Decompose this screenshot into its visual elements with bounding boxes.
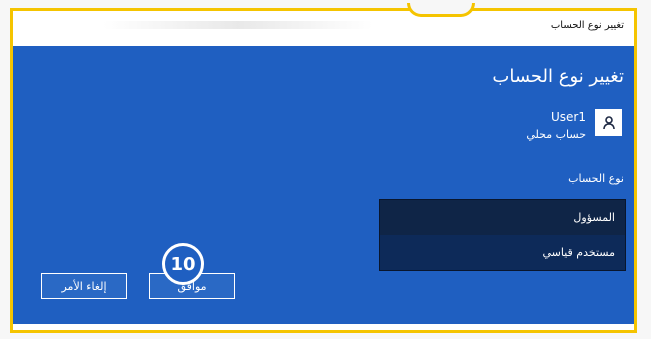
top-tab-decoration xyxy=(407,3,475,17)
account-type-standard-label: مستخدم قياسي xyxy=(542,246,615,259)
page-title: تغيير نوع الحساب xyxy=(492,66,624,87)
title-bar: تغيير نوع الحساب xyxy=(13,11,634,46)
account-type-option-standard[interactable]: مستخدم قياسي xyxy=(380,235,625,270)
user-avatar-icon xyxy=(595,109,622,136)
account-type-label: نوع الحساب xyxy=(568,172,624,185)
cancel-button[interactable]: إلغاء الأمر xyxy=(41,273,127,299)
account-type-dialog: تغيير نوع الحساب User1 حساب محلي نوع الح… xyxy=(13,46,634,324)
account-type-option-admin[interactable]: المسؤول xyxy=(380,200,625,235)
account-type-options: المسؤول مستخدم قياسي xyxy=(379,199,626,271)
account-kind: حساب محلي xyxy=(526,128,586,141)
step-number: 10 xyxy=(170,253,196,275)
blurred-title-decoration xyxy=(103,21,373,29)
account-type-admin-label: المسؤول xyxy=(573,211,615,224)
step-number-badge: 10 xyxy=(162,243,204,285)
window-frame: تغيير نوع الحساب تغيير نوع الحساب User1 … xyxy=(10,3,637,333)
cancel-button-label: إلغاء الأمر xyxy=(61,279,107,293)
window-title: تغيير نوع الحساب xyxy=(550,20,624,31)
user-name: User1 xyxy=(551,110,586,124)
